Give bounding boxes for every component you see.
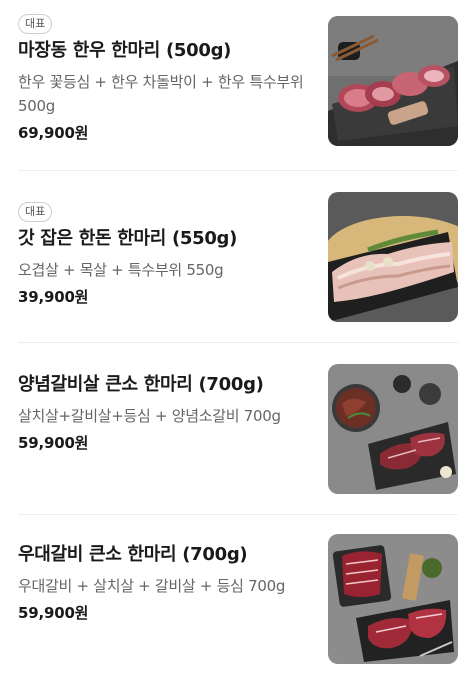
divider xyxy=(18,514,458,515)
menu-item-text: 우대갈비 큰소 한마리 (700g) 우대갈비 + 살치살 + 갈비살 + 등심… xyxy=(18,542,310,623)
menu-item-description: 한우 꽃등심 + 한우 차돌박이 + 한우 특수부위 500g xyxy=(18,73,304,115)
menu-item-title: 갓 잡은 한돈 한마리 (550g) xyxy=(18,228,238,249)
menu-item-text: 대표 마장동 한우 한마리 (500g) 한우 꽃등심 + 한우 차돌박이 + … xyxy=(18,12,310,143)
marinated-galbi-photo xyxy=(328,364,458,494)
menu-item-price: 59,900원 xyxy=(18,434,89,452)
menu-item-price: 69,900원 xyxy=(18,124,89,142)
menu-item-marinated-galbi[interactable]: 양념갈비살 큰소 한마리 (700g) 살치살+갈비살+등심 + 양념소갈비 7… xyxy=(0,364,472,502)
menu-item-beef-rib[interactable]: 우대갈비 큰소 한마리 (700g) 우대갈비 + 살치살 + 갈비살 + 등심… xyxy=(0,534,472,672)
hanwoo-platter-photo xyxy=(328,16,458,146)
menu-item-title: 우대갈비 큰소 한마리 (700g) xyxy=(18,544,248,565)
menu-item-price: 39,900원 xyxy=(18,288,89,306)
divider xyxy=(18,170,458,171)
menu-list: 대표 마장동 한우 한마리 (500g) 한우 꽃등심 + 한우 차돌박이 + … xyxy=(0,0,472,680)
menu-item-hanwoo[interactable]: 대표 마장동 한우 한마리 (500g) 한우 꽃등심 + 한우 차돌박이 + … xyxy=(0,12,472,152)
menu-item-pork[interactable]: 대표 갓 잡은 한돈 한마리 (550g) 오겹살 + 목살 + 특수부위 55… xyxy=(0,192,472,328)
menu-item-text: 대표 갓 잡은 한돈 한마리 (550g) 오겹살 + 목살 + 특수부위 55… xyxy=(18,200,310,307)
menu-item-title: 마장동 한우 한마리 (500g) xyxy=(18,40,232,61)
menu-item-description: 살치살+갈비살+등심 + 양념소갈비 700g xyxy=(18,407,281,425)
beef-rib-platter-photo xyxy=(328,534,458,664)
divider xyxy=(18,342,458,343)
menu-item-description: 오겹살 + 목살 + 특수부위 550g xyxy=(18,261,224,279)
signature-badge: 대표 xyxy=(18,14,53,34)
menu-item-text: 양념갈비살 큰소 한마리 (700g) 살치살+갈비살+등심 + 양념소갈비 7… xyxy=(18,372,310,453)
menu-item-description: 우대갈비 + 살치살 + 갈비살 + 등심 700g xyxy=(18,577,286,595)
pork-platter-photo xyxy=(328,192,458,322)
menu-item-price: 59,900원 xyxy=(18,604,89,622)
menu-item-title: 양념갈비살 큰소 한마리 (700g) xyxy=(18,374,264,395)
signature-badge: 대표 xyxy=(18,202,53,222)
